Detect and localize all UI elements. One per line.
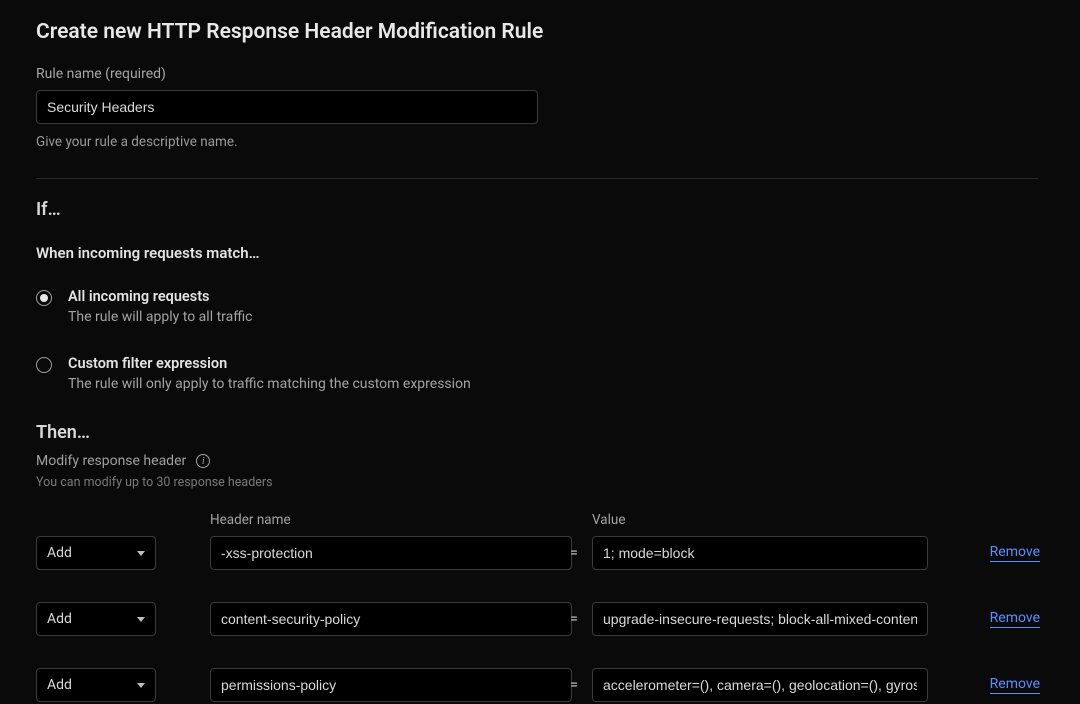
- header-value-input[interactable]: [592, 536, 928, 570]
- rule-name-helper: Give your rule a descriptive name.: [36, 134, 1044, 150]
- match-option-desc: The rule will only apply to traffic matc…: [68, 376, 471, 392]
- action-select[interactable]: Add: [36, 668, 156, 702]
- match-option-all[interactable]: All incoming requests The rule will appl…: [36, 288, 1044, 325]
- rule-name-label: Rule name (required): [36, 66, 1044, 82]
- header-row: Add = Remove: [36, 536, 1044, 570]
- remove-button[interactable]: Remove: [990, 544, 1040, 562]
- action-select-value: Add: [47, 677, 72, 693]
- header-name-input[interactable]: [210, 668, 572, 702]
- remove-button[interactable]: Remove: [990, 610, 1040, 628]
- equals-sign: =: [556, 611, 592, 627]
- chevron-down-icon: [137, 617, 145, 622]
- divider: [36, 178, 1038, 179]
- match-option-title: Custom filter expression: [68, 355, 471, 372]
- page-title: Create new HTTP Response Header Modifica…: [36, 20, 1044, 44]
- header-name-input[interactable]: [210, 602, 572, 636]
- equals-sign: =: [556, 545, 592, 561]
- header-value-input[interactable]: [592, 668, 928, 702]
- chevron-down-icon: [137, 683, 145, 688]
- radio-icon[interactable]: [36, 357, 52, 373]
- if-heading: If…: [36, 199, 1044, 220]
- match-option-desc: The rule will apply to all traffic: [68, 309, 253, 325]
- column-header-name: Header name: [210, 512, 556, 528]
- info-icon[interactable]: i: [196, 454, 210, 468]
- action-select[interactable]: Add: [36, 602, 156, 636]
- action-select[interactable]: Add: [36, 536, 156, 570]
- action-select-value: Add: [47, 611, 72, 627]
- header-row: Add = Remove: [36, 602, 1044, 636]
- header-row: Add = Remove: [36, 668, 1044, 702]
- radio-icon[interactable]: [36, 290, 52, 306]
- modify-response-header-label: Modify response header: [36, 453, 186, 469]
- column-header-value: Value: [592, 512, 928, 528]
- remove-button[interactable]: Remove: [990, 676, 1040, 694]
- if-subheading: When incoming requests match…: [36, 244, 1044, 262]
- match-option-custom[interactable]: Custom filter expression The rule will o…: [36, 355, 1044, 392]
- equals-sign: =: [556, 677, 592, 693]
- chevron-down-icon: [137, 551, 145, 556]
- header-name-input[interactable]: [210, 536, 572, 570]
- action-select-value: Add: [47, 545, 72, 561]
- header-value-input[interactable]: [592, 602, 928, 636]
- rule-name-input[interactable]: [36, 90, 538, 124]
- then-heading: Then…: [36, 422, 1044, 443]
- header-limit-text: You can modify up to 30 response headers: [36, 475, 1044, 490]
- match-option-title: All incoming requests: [68, 288, 253, 305]
